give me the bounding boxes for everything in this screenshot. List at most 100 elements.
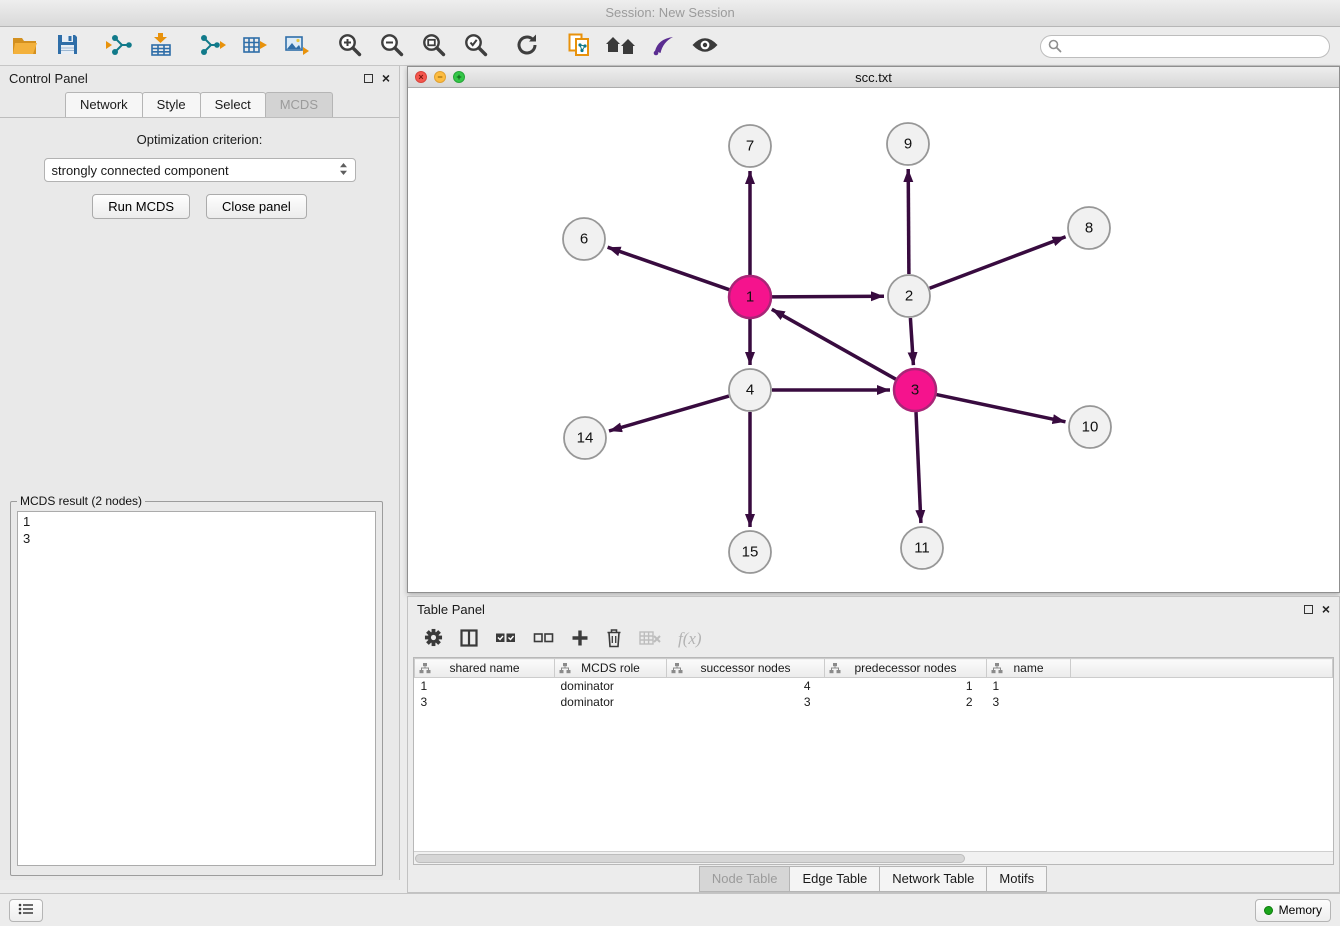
export-image-button[interactable] (282, 31, 312, 61)
edge-2-to-9[interactable] (908, 169, 909, 274)
graph-node-6[interactable]: 6 (563, 218, 605, 260)
network-window-titlebar[interactable]: × − + scc.txt (408, 67, 1339, 88)
table-tab-network-table[interactable]: Network Table (879, 866, 987, 892)
graph-node-7[interactable]: 7 (729, 125, 771, 167)
plus-icon (571, 629, 589, 650)
window-titlebar[interactable]: Session: New Session (0, 0, 1340, 27)
minimize-window-icon[interactable]: − (434, 71, 446, 83)
network-overview-button[interactable] (606, 31, 636, 61)
delete-row-button[interactable] (606, 628, 622, 651)
close-table-panel-icon[interactable]: × (1322, 603, 1330, 615)
table-row[interactable]: 3dominator323 (415, 694, 1333, 710)
graph-node-8[interactable]: 8 (1068, 207, 1110, 249)
edge-3-to-1[interactable] (772, 309, 896, 379)
column-header-predecessor-nodes[interactable]: predecessor nodes (825, 659, 987, 678)
delete-table-button[interactable] (639, 630, 661, 649)
table-tab-node-table[interactable]: Node Table (699, 866, 791, 892)
edge-2-to-8[interactable] (930, 237, 1066, 288)
graph-node-4[interactable]: 4 (729, 369, 771, 411)
export-image-icon (285, 34, 309, 59)
column-layout-button[interactable] (460, 629, 478, 650)
column-header-successor-nodes[interactable]: successor nodes (667, 659, 825, 678)
table-row[interactable]: 1dominator411 (415, 678, 1333, 695)
open-folder-icon (12, 35, 38, 58)
edge-3-to-10[interactable] (937, 395, 1066, 422)
select-all-rows-button[interactable] (495, 631, 516, 648)
column-header-name[interactable]: name (987, 659, 1071, 678)
graph-node-10[interactable]: 10 (1069, 406, 1111, 448)
table-cell: 3 (987, 694, 1071, 710)
close-panel-button[interactable]: Close panel (206, 194, 307, 219)
memory-button[interactable]: Memory (1255, 899, 1331, 922)
column-header-mcds-role[interactable]: MCDS role (555, 659, 667, 678)
table-horizontal-scrollbar[interactable] (414, 851, 1333, 864)
export-table-button[interactable] (240, 31, 270, 61)
window-title: Session: New Session (605, 5, 734, 20)
zoom-fit-button[interactable] (418, 31, 448, 61)
node-table-grid: shared nameMCDS role successor nodes prede… (414, 658, 1333, 710)
task-list-icon (18, 903, 34, 918)
tab-select[interactable]: Select (200, 92, 266, 117)
copy-network-view-button[interactable] (564, 31, 594, 61)
edge-3-to-11[interactable] (916, 412, 921, 523)
graph-node-2[interactable]: 2 (888, 275, 930, 317)
show-hide-panel-button[interactable] (690, 31, 720, 61)
zoom-selected-button[interactable] (460, 31, 490, 61)
style-brush-button[interactable] (648, 31, 678, 61)
node-label: 3 (911, 382, 919, 399)
optimization-dropdown[interactable]: strongly connected component (44, 158, 356, 182)
add-row-button[interactable] (571, 629, 589, 650)
mcds-result-box: MCDS result (2 nodes) 1 3 (10, 494, 383, 876)
edge-2-to-3[interactable] (910, 318, 913, 365)
graph-node-1[interactable]: 1 (729, 276, 771, 318)
scrollbar-thumb[interactable] (415, 854, 965, 863)
float-panel-icon[interactable] (364, 74, 373, 83)
refresh-icon (515, 33, 539, 60)
table-settings-button[interactable] (424, 628, 443, 650)
column-label: successor nodes (700, 661, 790, 675)
function-builder-button[interactable]: f(x) (678, 629, 702, 649)
column-header-filler (1071, 659, 1333, 678)
toolbar-search (1040, 35, 1330, 58)
node-label: 7 (746, 138, 754, 155)
tab-mcds[interactable]: MCDS (265, 92, 333, 117)
maximize-window-icon[interactable]: + (453, 71, 465, 83)
import-network-button[interactable] (104, 31, 134, 61)
float-table-panel-icon[interactable] (1304, 605, 1313, 614)
eye-icon (691, 36, 719, 57)
export-network-button[interactable] (198, 31, 228, 61)
network-canvas[interactable]: 7 9 6 8 1 2 4 3 14 10 15 11 (408, 88, 1339, 592)
control-panel-tabs: NetworkStyleSelectMCDS (0, 92, 399, 118)
tab-style[interactable]: Style (142, 92, 201, 117)
mcds-result-text[interactable]: 1 3 (17, 511, 376, 866)
graph-node-14[interactable]: 14 (564, 417, 606, 459)
homes-icon (605, 34, 637, 59)
graph-node-15[interactable]: 15 (729, 531, 771, 573)
edge-1-to-2[interactable] (772, 296, 884, 297)
graph-node-9[interactable]: 9 (887, 123, 929, 165)
table-panel: Table Panel × (407, 596, 1340, 893)
column-header-shared-name[interactable]: shared name (415, 659, 555, 678)
save-session-button[interactable] (52, 31, 82, 61)
mcds-result-title: MCDS result (2 nodes) (17, 494, 145, 508)
deselect-all-rows-button[interactable] (533, 631, 554, 648)
open-session-button[interactable] (10, 31, 40, 61)
zoom-in-button[interactable] (334, 31, 364, 61)
tab-network[interactable]: Network (65, 92, 143, 117)
refresh-layout-button[interactable] (512, 31, 542, 61)
edge-1-to-6[interactable] (608, 247, 730, 290)
task-history-button[interactable] (9, 899, 43, 922)
edge-4-to-14[interactable] (609, 396, 729, 431)
close-window-icon[interactable]: × (415, 71, 427, 83)
table-tab-edge-table[interactable]: Edge Table (789, 866, 880, 892)
table-tab-motifs[interactable]: Motifs (986, 866, 1047, 892)
graph-node-11[interactable]: 11 (901, 527, 943, 569)
search-input[interactable] (1040, 35, 1330, 58)
graph-node-3[interactable]: 3 (894, 369, 936, 411)
control-panel-header: Control Panel × (0, 66, 399, 90)
close-panel-icon[interactable]: × (382, 72, 390, 84)
run-mcds-button[interactable]: Run MCDS (92, 194, 190, 219)
zoom-out-button[interactable] (376, 31, 406, 61)
column-hierarchy-icon (559, 663, 571, 677)
import-table-button[interactable] (146, 31, 176, 61)
